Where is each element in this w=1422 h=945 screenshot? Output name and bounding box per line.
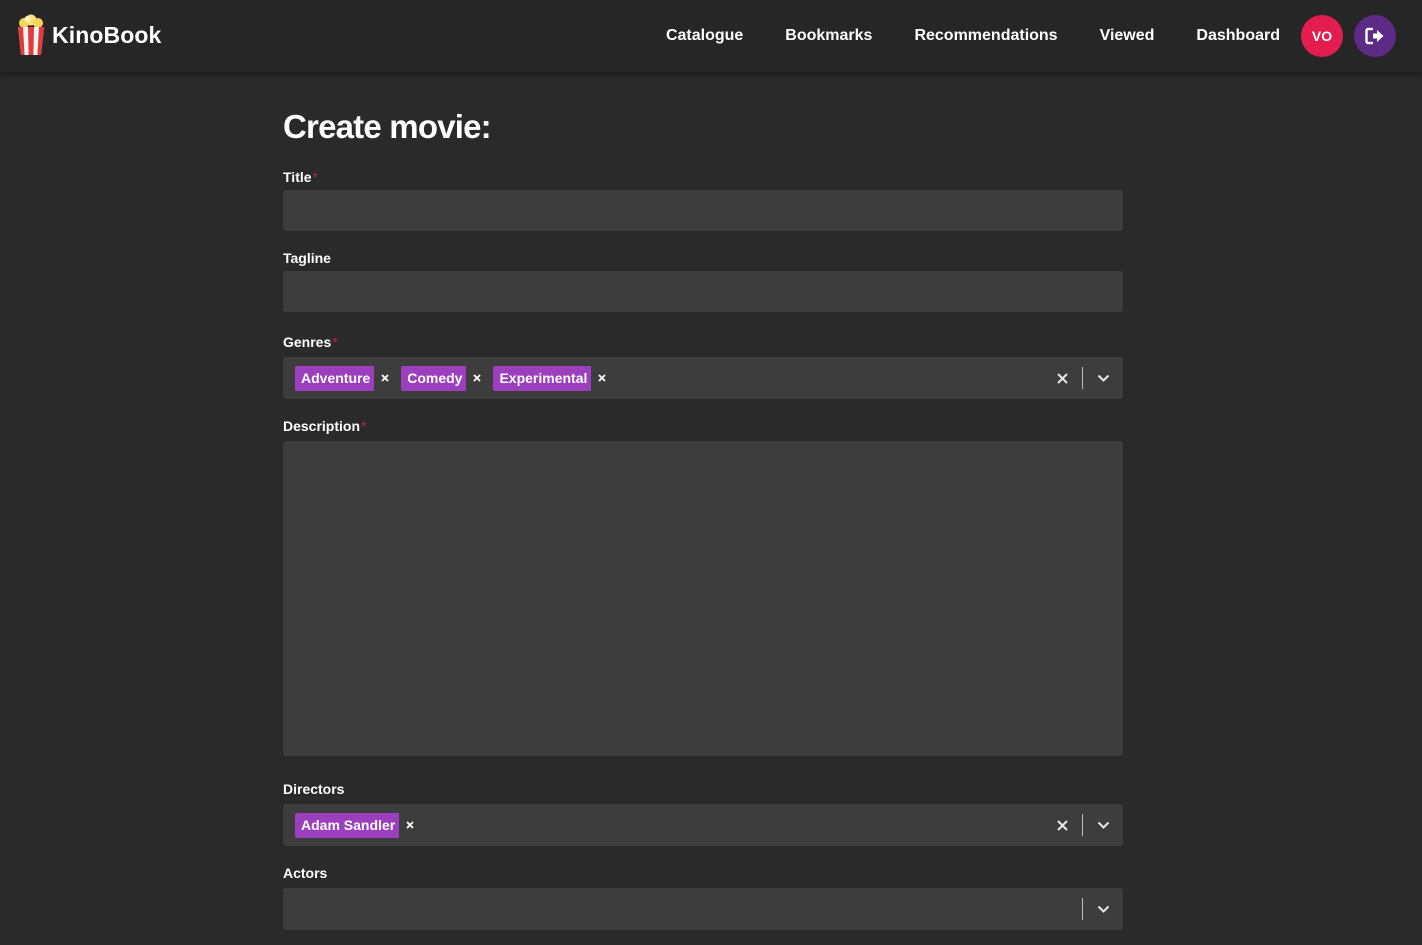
title-input[interactable] — [283, 190, 1123, 231]
logout-button[interactable] — [1354, 15, 1396, 57]
genres-label-text: Genres — [283, 334, 332, 350]
avatar-initials: VO — [1311, 28, 1333, 44]
nav-link-catalogue[interactable]: Catalogue — [666, 27, 743, 45]
directors-select[interactable]: Adam Sandler — [283, 804, 1123, 846]
director-chip-label: Adam Sandler — [295, 812, 400, 838]
genres-label: Genres* — [283, 334, 338, 350]
popcorn-icon — [18, 14, 44, 55]
genre-chip-label: Adventure — [295, 365, 375, 391]
clear-icon — [1056, 819, 1068, 831]
directors-chips: Adam Sandler — [295, 812, 426, 838]
genre-chip-label: Experimental — [493, 365, 592, 391]
description-label: Description* — [283, 418, 366, 434]
genres-indicators — [1042, 357, 1123, 399]
close-icon — [406, 821, 414, 829]
clear-icon — [1056, 372, 1068, 384]
chevron-down-icon — [1097, 374, 1109, 382]
top-navbar: KinoBook Catalogue Bookmarks Recommendat… — [0, 0, 1422, 72]
description-label-text: Description — [283, 418, 361, 434]
nav-link-bookmarks[interactable]: Bookmarks — [785, 27, 872, 45]
required-marker: * — [332, 334, 338, 350]
brand-name: KinoBook — [52, 21, 162, 48]
actors-indicators — [1082, 888, 1123, 930]
dropdown-button[interactable] — [1083, 357, 1123, 399]
genres-select[interactable]: Adventure Comedy Experimental — [283, 357, 1123, 399]
genres-chips: Adventure Comedy Experimental — [295, 365, 618, 391]
nav-links: Catalogue Bookmarks Recommendations View… — [666, 0, 1422, 72]
genre-chip-label: Comedy — [401, 365, 467, 391]
tagline-input[interactable] — [283, 271, 1123, 312]
user-avatar[interactable]: VO — [1301, 15, 1343, 57]
dropdown-button[interactable] — [1083, 804, 1123, 846]
clear-button[interactable] — [1042, 804, 1082, 846]
title-label-text: Title — [283, 169, 312, 185]
genre-chip: Adventure — [295, 365, 397, 391]
tagline-label: Tagline — [283, 250, 331, 266]
directors-indicators — [1042, 804, 1123, 846]
required-marker: * — [312, 169, 318, 185]
chevron-down-icon — [1097, 905, 1109, 913]
nav-link-recommendations[interactable]: Recommendations — [914, 27, 1057, 45]
page-title: Create movie: — [283, 108, 492, 145]
close-icon — [473, 374, 482, 382]
title-label: Title* — [283, 169, 318, 185]
chip-remove-button[interactable] — [591, 365, 614, 391]
nav-link-viewed[interactable]: Viewed — [1100, 27, 1155, 45]
genre-chip: Experimental — [493, 365, 614, 391]
chevron-down-icon — [1097, 821, 1109, 829]
director-chip: Adam Sandler — [295, 812, 422, 838]
required-marker: * — [361, 418, 367, 434]
close-icon — [598, 374, 607, 382]
brand-link[interactable]: KinoBook — [16, 13, 161, 57]
close-icon — [381, 374, 389, 382]
nav-link-dashboard[interactable]: Dashboard — [1196, 27, 1280, 45]
actors-select[interactable] — [283, 888, 1123, 930]
description-textarea[interactable] — [283, 441, 1123, 756]
dropdown-button[interactable] — [1083, 888, 1123, 930]
directors-label: Directors — [283, 781, 345, 797]
chip-remove-button[interactable] — [374, 365, 397, 391]
genre-chip: Comedy — [401, 365, 489, 391]
chip-remove-button[interactable] — [466, 365, 489, 391]
logout-icon — [1365, 27, 1384, 45]
clear-button[interactable] — [1042, 357, 1082, 399]
chip-remove-button[interactable] — [399, 812, 422, 838]
actors-label: Actors — [283, 865, 328, 881]
